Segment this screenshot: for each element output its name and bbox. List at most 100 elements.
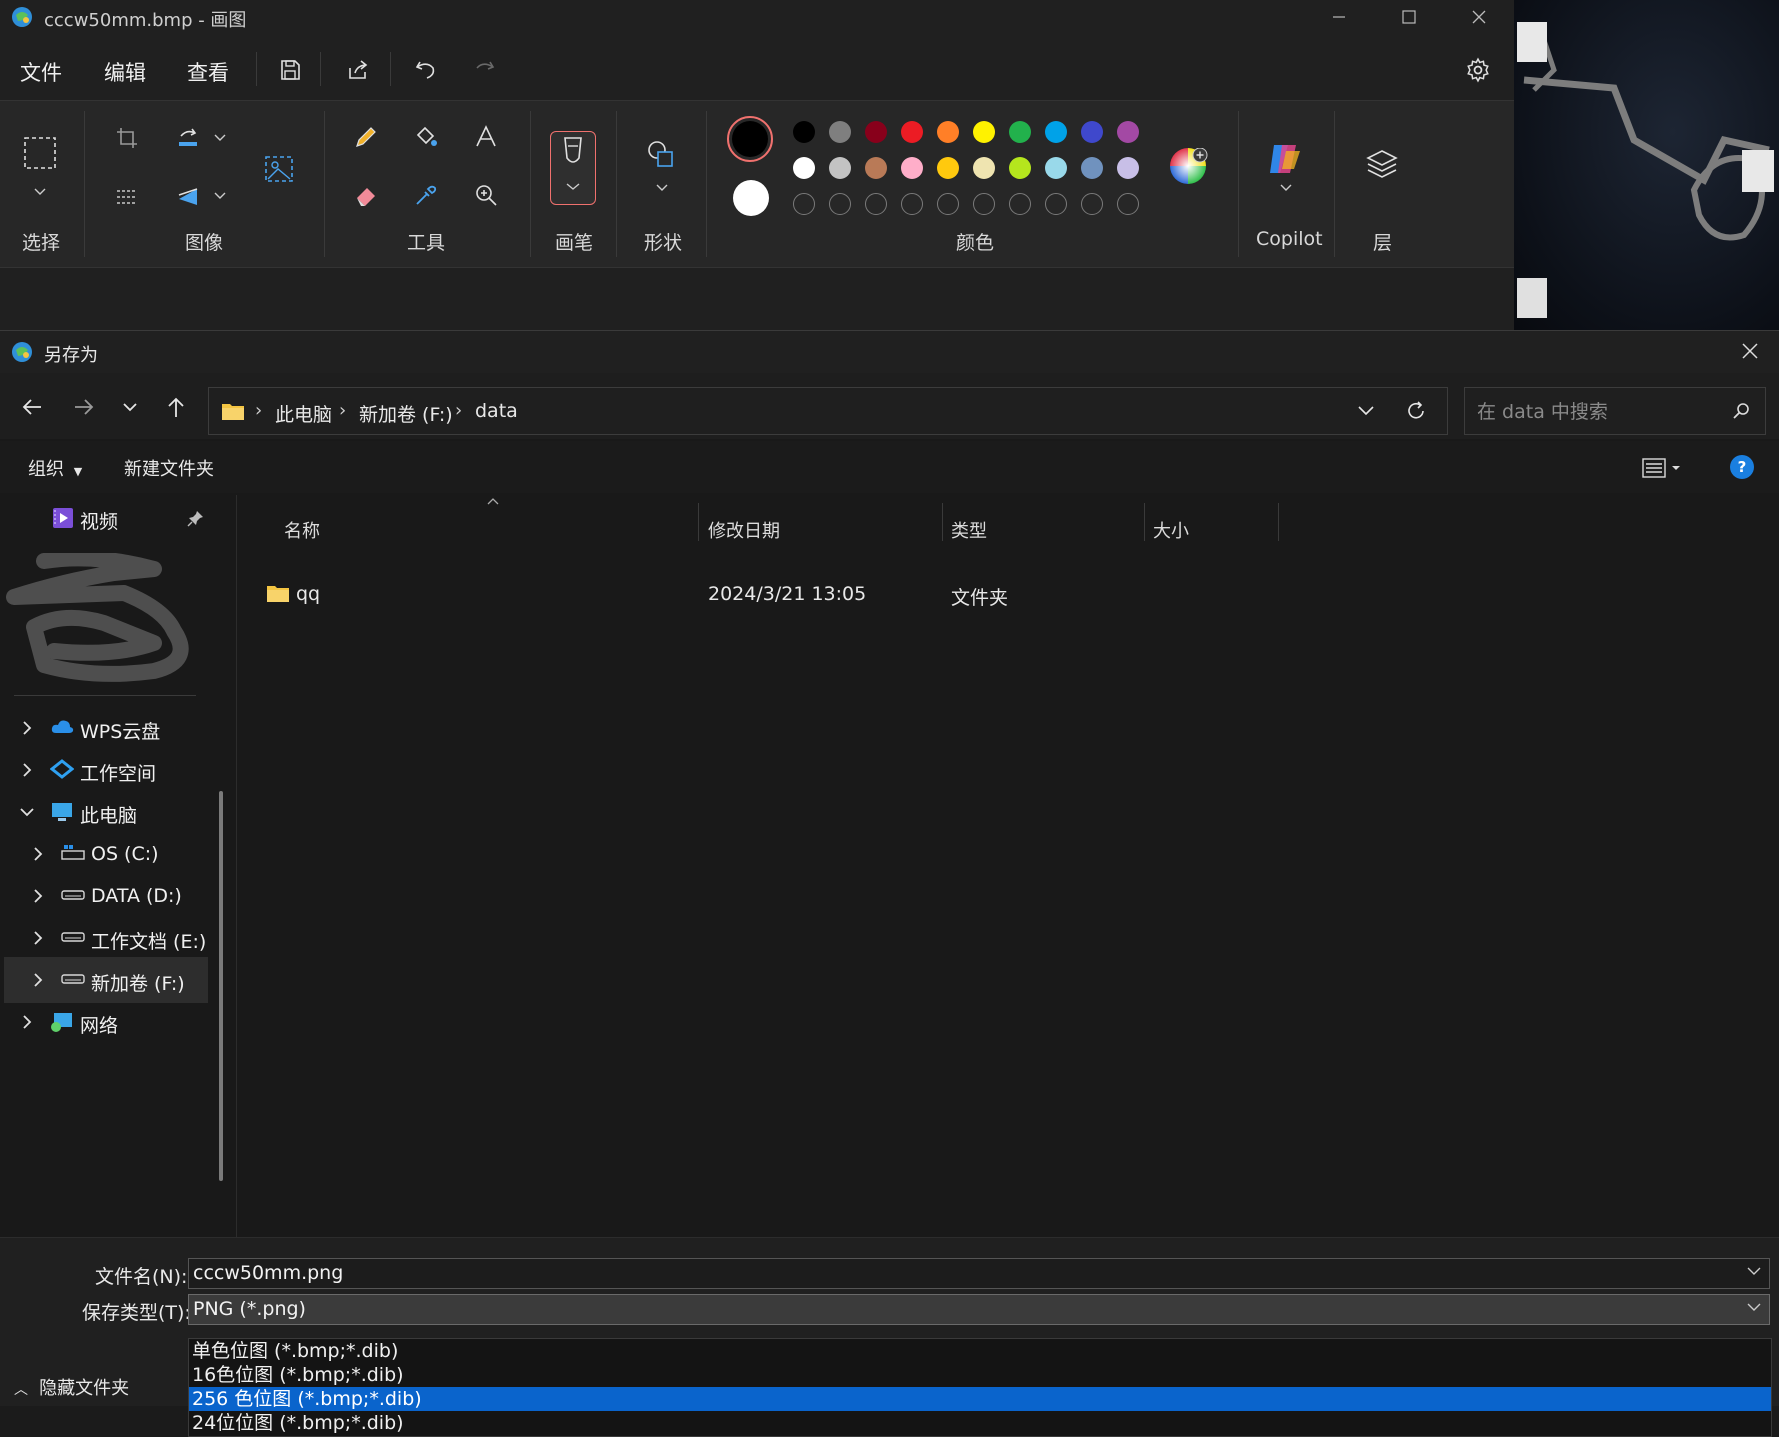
column-divider[interactable]	[698, 503, 699, 541]
shapes-icon[interactable]	[641, 135, 681, 175]
copilot-icon[interactable]	[1266, 141, 1304, 177]
pencil-icon[interactable]	[346, 117, 386, 157]
chevron-right-icon[interactable]	[18, 719, 36, 737]
column-header-size[interactable]: 大小	[1153, 517, 1189, 543]
chevron-right-icon[interactable]	[29, 971, 47, 989]
custom-color-slot[interactable]	[1081, 193, 1103, 215]
sidebar-item-drive-d[interactable]: DATA (D:)	[4, 873, 208, 919]
chevron-down-icon[interactable]	[1280, 183, 1292, 193]
settings-gear-icon[interactable]	[1460, 52, 1496, 88]
column-header-type[interactable]: 类型	[951, 517, 987, 543]
close-paint-button[interactable]	[1444, 0, 1514, 34]
palette-color-swatch[interactable]	[901, 121, 923, 143]
palette-color-swatch[interactable]	[1045, 121, 1067, 143]
menu-file[interactable]: 文件	[20, 57, 62, 87]
palette-color-swatch[interactable]	[1117, 121, 1139, 143]
help-icon[interactable]: ?	[1730, 455, 1754, 479]
sidebar-item-drive-f[interactable]: 新加卷 (F:)	[4, 957, 208, 1003]
chevron-right-icon[interactable]	[29, 929, 47, 947]
file-row[interactable]: qq 2024/3/21 13:05 文件夹	[258, 573, 1298, 615]
palette-color-swatch[interactable]	[793, 121, 815, 143]
custom-color-slot[interactable]	[1045, 193, 1067, 215]
back-arrow-icon[interactable]	[12, 387, 52, 427]
secondary-color-button[interactable]	[733, 180, 769, 216]
palette-color-swatch[interactable]	[1081, 121, 1103, 143]
image-select-icon[interactable]	[260, 147, 300, 187]
address-bar[interactable]: › 此电脑 › 新加卷 (F:) › data	[208, 387, 1448, 435]
brush-button[interactable]	[550, 131, 596, 205]
view-options-icon[interactable]	[1642, 457, 1682, 479]
pin-icon[interactable]	[187, 509, 205, 527]
palette-color-swatch[interactable]	[865, 157, 887, 179]
palette-color-swatch[interactable]	[829, 157, 851, 179]
palette-color-swatch[interactable]	[973, 121, 995, 143]
save-icon[interactable]	[272, 52, 308, 88]
menu-edit[interactable]: 编辑	[104, 57, 146, 87]
navigation-scrollbar[interactable]	[219, 791, 223, 1181]
magnifier-icon[interactable]	[466, 175, 506, 215]
desktop-file-icon[interactable]	[1517, 22, 1547, 62]
palette-color-swatch[interactable]	[1117, 157, 1139, 179]
palette-color-swatch[interactable]	[865, 121, 887, 143]
text-tool-icon[interactable]	[466, 117, 506, 157]
column-header-date[interactable]: 修改日期	[708, 517, 780, 543]
palette-color-swatch[interactable]	[1009, 157, 1031, 179]
column-divider[interactable]	[1278, 503, 1279, 541]
palette-color-swatch[interactable]	[973, 157, 995, 179]
filetype-option[interactable]: 256 色位图 (*.bmp;*.dib)	[189, 1387, 1771, 1411]
sidebar-item-this-pc[interactable]: 此电脑	[4, 789, 208, 835]
sidebar-item-workspace[interactable]: 工作空间	[4, 747, 208, 793]
filetype-option[interactable]: 16色位图 (*.bmp;*.dib)	[189, 1363, 1771, 1387]
refresh-icon[interactable]	[1405, 400, 1427, 422]
chevron-down-icon[interactable]	[214, 191, 226, 201]
primary-color-button[interactable]	[727, 116, 773, 162]
custom-color-slot[interactable]	[901, 193, 923, 215]
palette-color-swatch[interactable]	[829, 121, 851, 143]
sidebar-item-drive-e[interactable]: 工作文档 (E:)	[4, 915, 208, 961]
flip-icon[interactable]	[168, 177, 208, 217]
minimize-button[interactable]	[1304, 0, 1374, 34]
new-folder-button[interactable]: 新建文件夹	[124, 455, 214, 481]
palette-color-swatch[interactable]	[1081, 157, 1103, 179]
eraser-icon[interactable]	[346, 175, 386, 215]
filetype-option[interactable]: 单色位图 (*.bmp;*.dib)	[189, 1339, 1771, 1363]
maximize-button[interactable]	[1374, 0, 1444, 34]
palette-color-swatch[interactable]	[937, 157, 959, 179]
rotate-icon[interactable]	[168, 118, 208, 158]
forward-arrow-icon[interactable]	[64, 387, 104, 427]
redo-icon[interactable]	[466, 52, 502, 88]
palette-color-swatch[interactable]	[1045, 157, 1067, 179]
chevron-down-icon[interactable]	[34, 187, 46, 197]
sidebar-item-drive-c[interactable]: OS (C:)	[4, 831, 208, 877]
column-divider[interactable]	[1144, 503, 1145, 541]
column-header-name[interactable]: 名称	[284, 517, 320, 543]
recent-locations-chevron-icon[interactable]	[110, 387, 150, 427]
selection-tool-icon[interactable]	[20, 133, 60, 173]
palette-color-swatch[interactable]	[901, 157, 923, 179]
chevron-down-icon[interactable]	[18, 803, 36, 821]
close-dialog-button[interactable]	[1740, 341, 1760, 361]
custom-color-slot[interactable]	[793, 193, 815, 215]
palette-color-swatch[interactable]	[1009, 121, 1031, 143]
custom-color-slot[interactable]	[1009, 193, 1031, 215]
custom-color-slot[interactable]	[1117, 193, 1139, 215]
menu-view[interactable]: 查看	[187, 57, 229, 87]
color-wheel-icon[interactable]	[1170, 148, 1210, 188]
search-icon[interactable]	[1733, 402, 1751, 420]
custom-color-slot[interactable]	[937, 193, 959, 215]
search-input[interactable]	[1475, 398, 1719, 426]
column-divider[interactable]	[942, 503, 943, 541]
breadcrumb-data[interactable]: data	[475, 400, 518, 422]
custom-color-slot[interactable]	[829, 193, 851, 215]
filename-field[interactable]: cccw50mm.png	[188, 1258, 1770, 1289]
color-picker-icon[interactable]	[406, 175, 446, 215]
palette-color-swatch[interactable]	[937, 121, 959, 143]
quick-access-video[interactable]: 视频	[4, 495, 208, 541]
address-history-chevron-icon[interactable]	[1357, 404, 1375, 418]
organize-button[interactable]: 组织 ▼	[28, 455, 82, 481]
chevron-down-icon[interactable]	[214, 133, 226, 143]
filetype-select[interactable]: PNG (*.png)	[188, 1294, 1770, 1325]
chevron-right-icon[interactable]	[29, 887, 47, 905]
chevron-down-icon[interactable]	[1747, 1266, 1761, 1276]
custom-color-slot[interactable]	[865, 193, 887, 215]
